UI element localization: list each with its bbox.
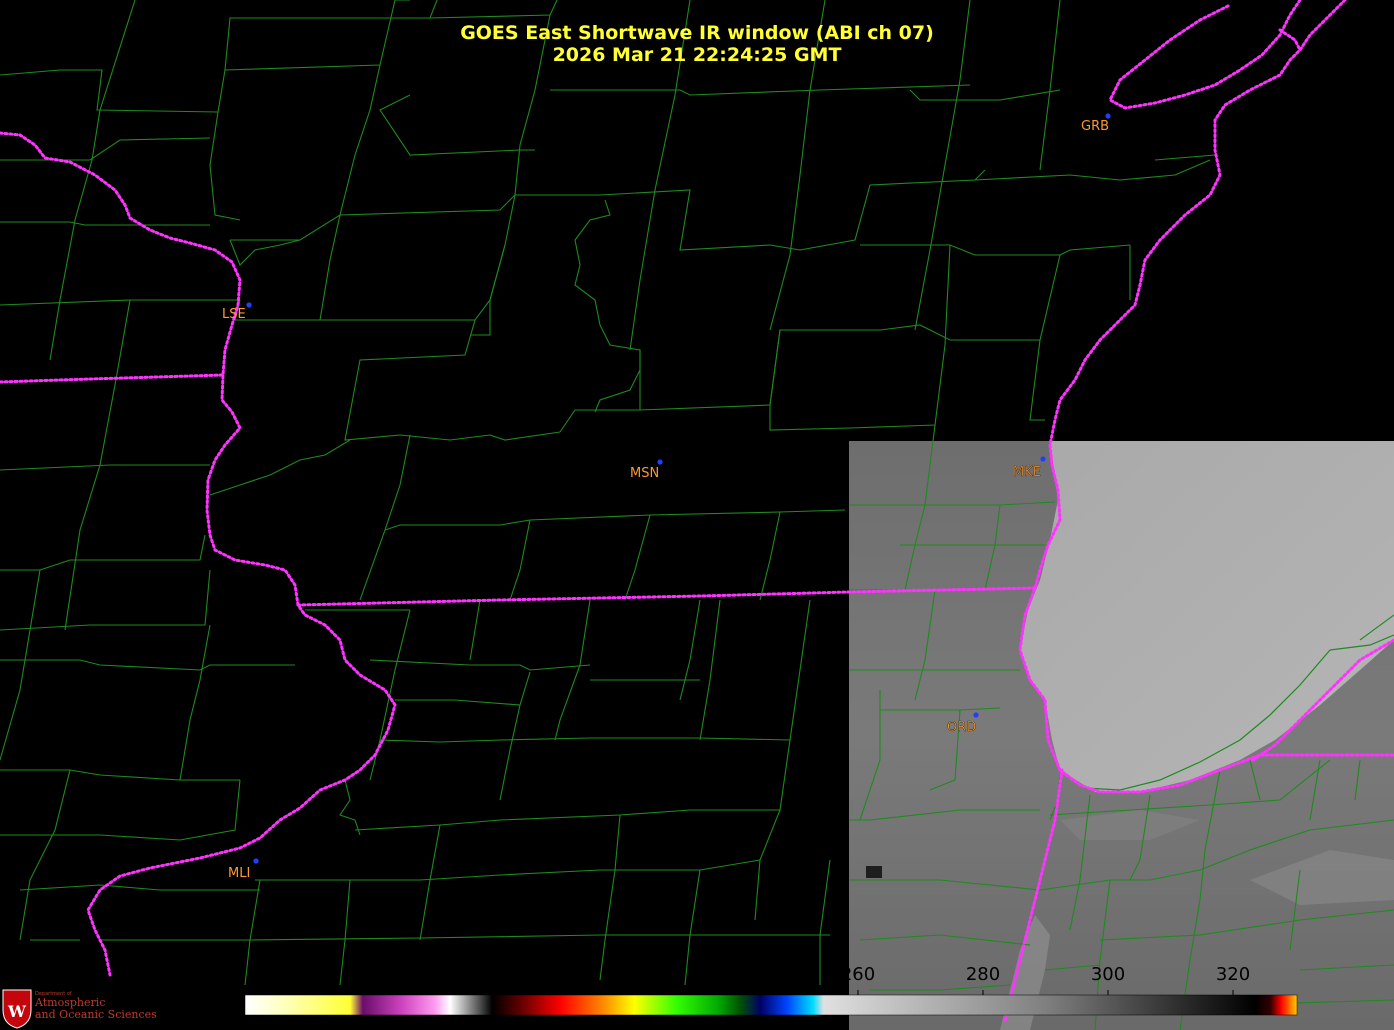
county-river-boundary-3 bbox=[339, 779, 361, 836]
logo-oceanic-text: and Oceanic Sciences bbox=[35, 1008, 157, 1021]
station-label-lse: LSE bbox=[222, 307, 246, 322]
station-dot-mke bbox=[1040, 456, 1046, 462]
station-dot-grb bbox=[1105, 113, 1111, 119]
colorbar-tick-label: 320 bbox=[1216, 964, 1250, 985]
county-river-boundary bbox=[574, 199, 641, 413]
colorbar-gradient bbox=[244, 994, 1298, 1016]
map-timestamp: 2026 Mar 21 22:24:25 GMT bbox=[552, 44, 842, 66]
station-dot-mli bbox=[253, 858, 259, 864]
station-label-ord: ORD bbox=[947, 720, 976, 735]
colorbar-tick-label: 280 bbox=[966, 964, 1000, 985]
station-label-grb: GRB bbox=[1081, 119, 1109, 134]
station-dot-lse bbox=[246, 302, 252, 308]
svg-text:W: W bbox=[7, 1002, 27, 1021]
cold-pixel-block bbox=[866, 866, 882, 878]
county-river-boundary-2 bbox=[209, 239, 351, 496]
uw-crest-logo: W bbox=[2, 989, 32, 1029]
station-label-mke: MKE bbox=[1013, 465, 1041, 480]
satellite-imagery bbox=[849, 441, 1394, 1030]
station-label-mli: MLI bbox=[228, 866, 250, 881]
station-dot-msn bbox=[657, 459, 663, 465]
station-dot-ord bbox=[973, 712, 979, 718]
map-canvas: GRB LSE MSN MKE ORD MLI 260 280 300 320 … bbox=[0, 0, 1394, 1030]
colorbar-tick-label: 300 bbox=[1091, 964, 1125, 985]
station-label-msn: MSN bbox=[630, 466, 659, 481]
colorbar-tick-label: 260 bbox=[841, 964, 875, 985]
satellite-map-viewer: GRB LSE MSN MKE ORD MLI 260 280 300 320 … bbox=[0, 0, 1394, 1030]
map-title: GOES East Shortwave IR window (ABI ch 07… bbox=[460, 22, 934, 44]
